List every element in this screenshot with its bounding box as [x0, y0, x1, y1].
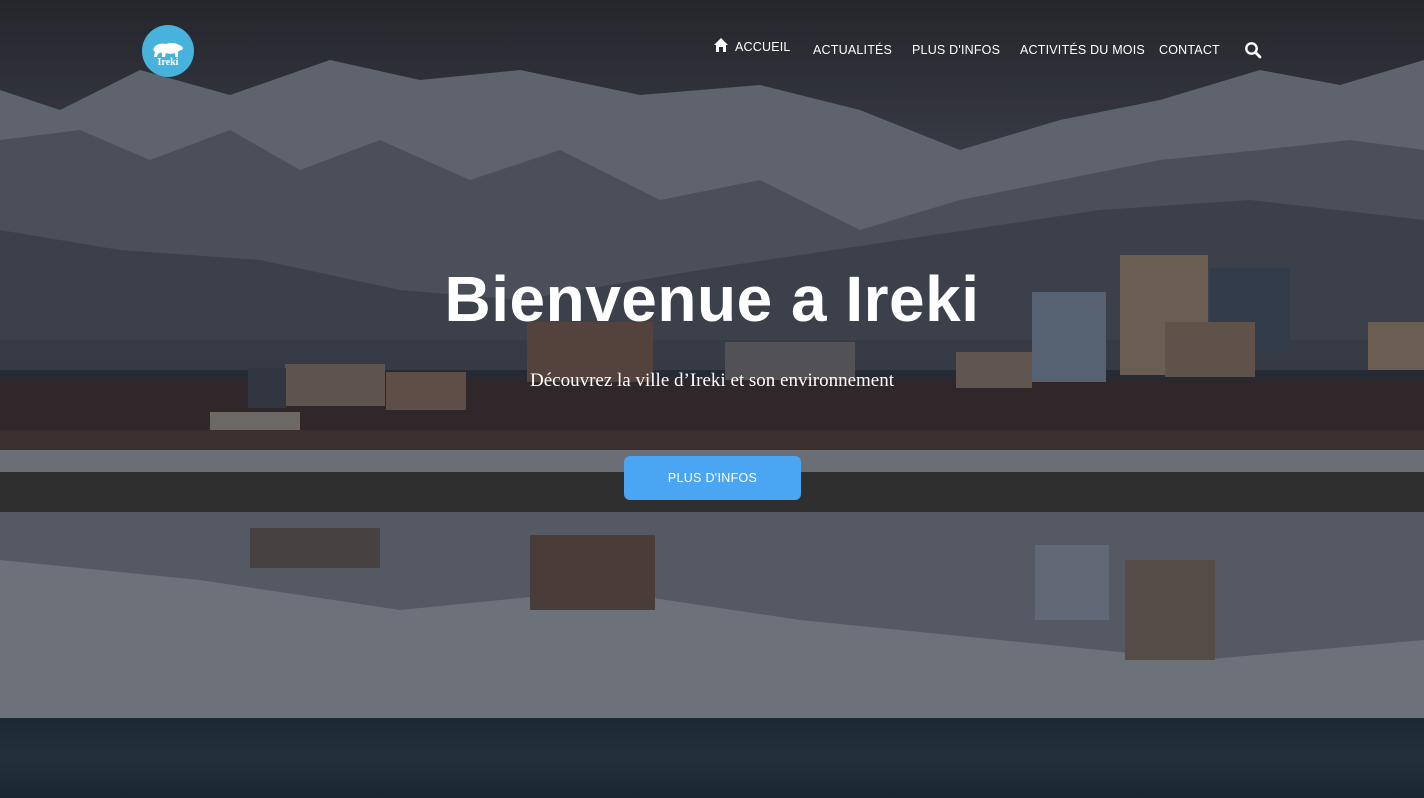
polar-bear-icon [153, 42, 183, 57]
nav-item-actualites[interactable]: ACTUALITÉS [813, 43, 892, 57]
hero-dark-overlay [0, 0, 1424, 718]
nav-label-contact: CONTACT [1159, 43, 1220, 57]
hero-title: Bienvenue a Ireki [444, 263, 980, 335]
nav-item-activites-du-mois[interactable]: ACTIVITÉS DU MOIS [1020, 43, 1145, 57]
logo-text: Ireki [157, 56, 179, 68]
nav-label-activites-du-mois: ACTIVITÉS DU MOIS [1020, 43, 1145, 57]
nav-label-accueil: ACCUEIL [735, 40, 791, 54]
nav-label-plus-dinfos: PLUS D'INFOS [912, 43, 1001, 57]
nav-label-actualites: ACTUALITÉS [813, 43, 893, 57]
home-icon [714, 38, 728, 52]
hero-subtitle: Découvrez la ville d’Ireki et son enviro… [529, 370, 895, 391]
ireki-logo[interactable]: Ireki [142, 25, 194, 77]
hero-section: Ireki ACCUEIL ACTUALITÉS PLUS D'INFOS AC… [0, 0, 1424, 718]
nav-item-accueil[interactable]: ACCUEIL [713, 38, 791, 54]
nav-item-contact[interactable]: CONTACT [1159, 43, 1220, 57]
next-section-preview [0, 718, 1424, 798]
search-icon[interactable] [1244, 41, 1262, 59]
nav-item-plus-dinfos[interactable]: PLUS D'INFOS [912, 43, 1000, 57]
plus-dinfos-button[interactable]: PLUS D'INFOS [624, 456, 801, 500]
